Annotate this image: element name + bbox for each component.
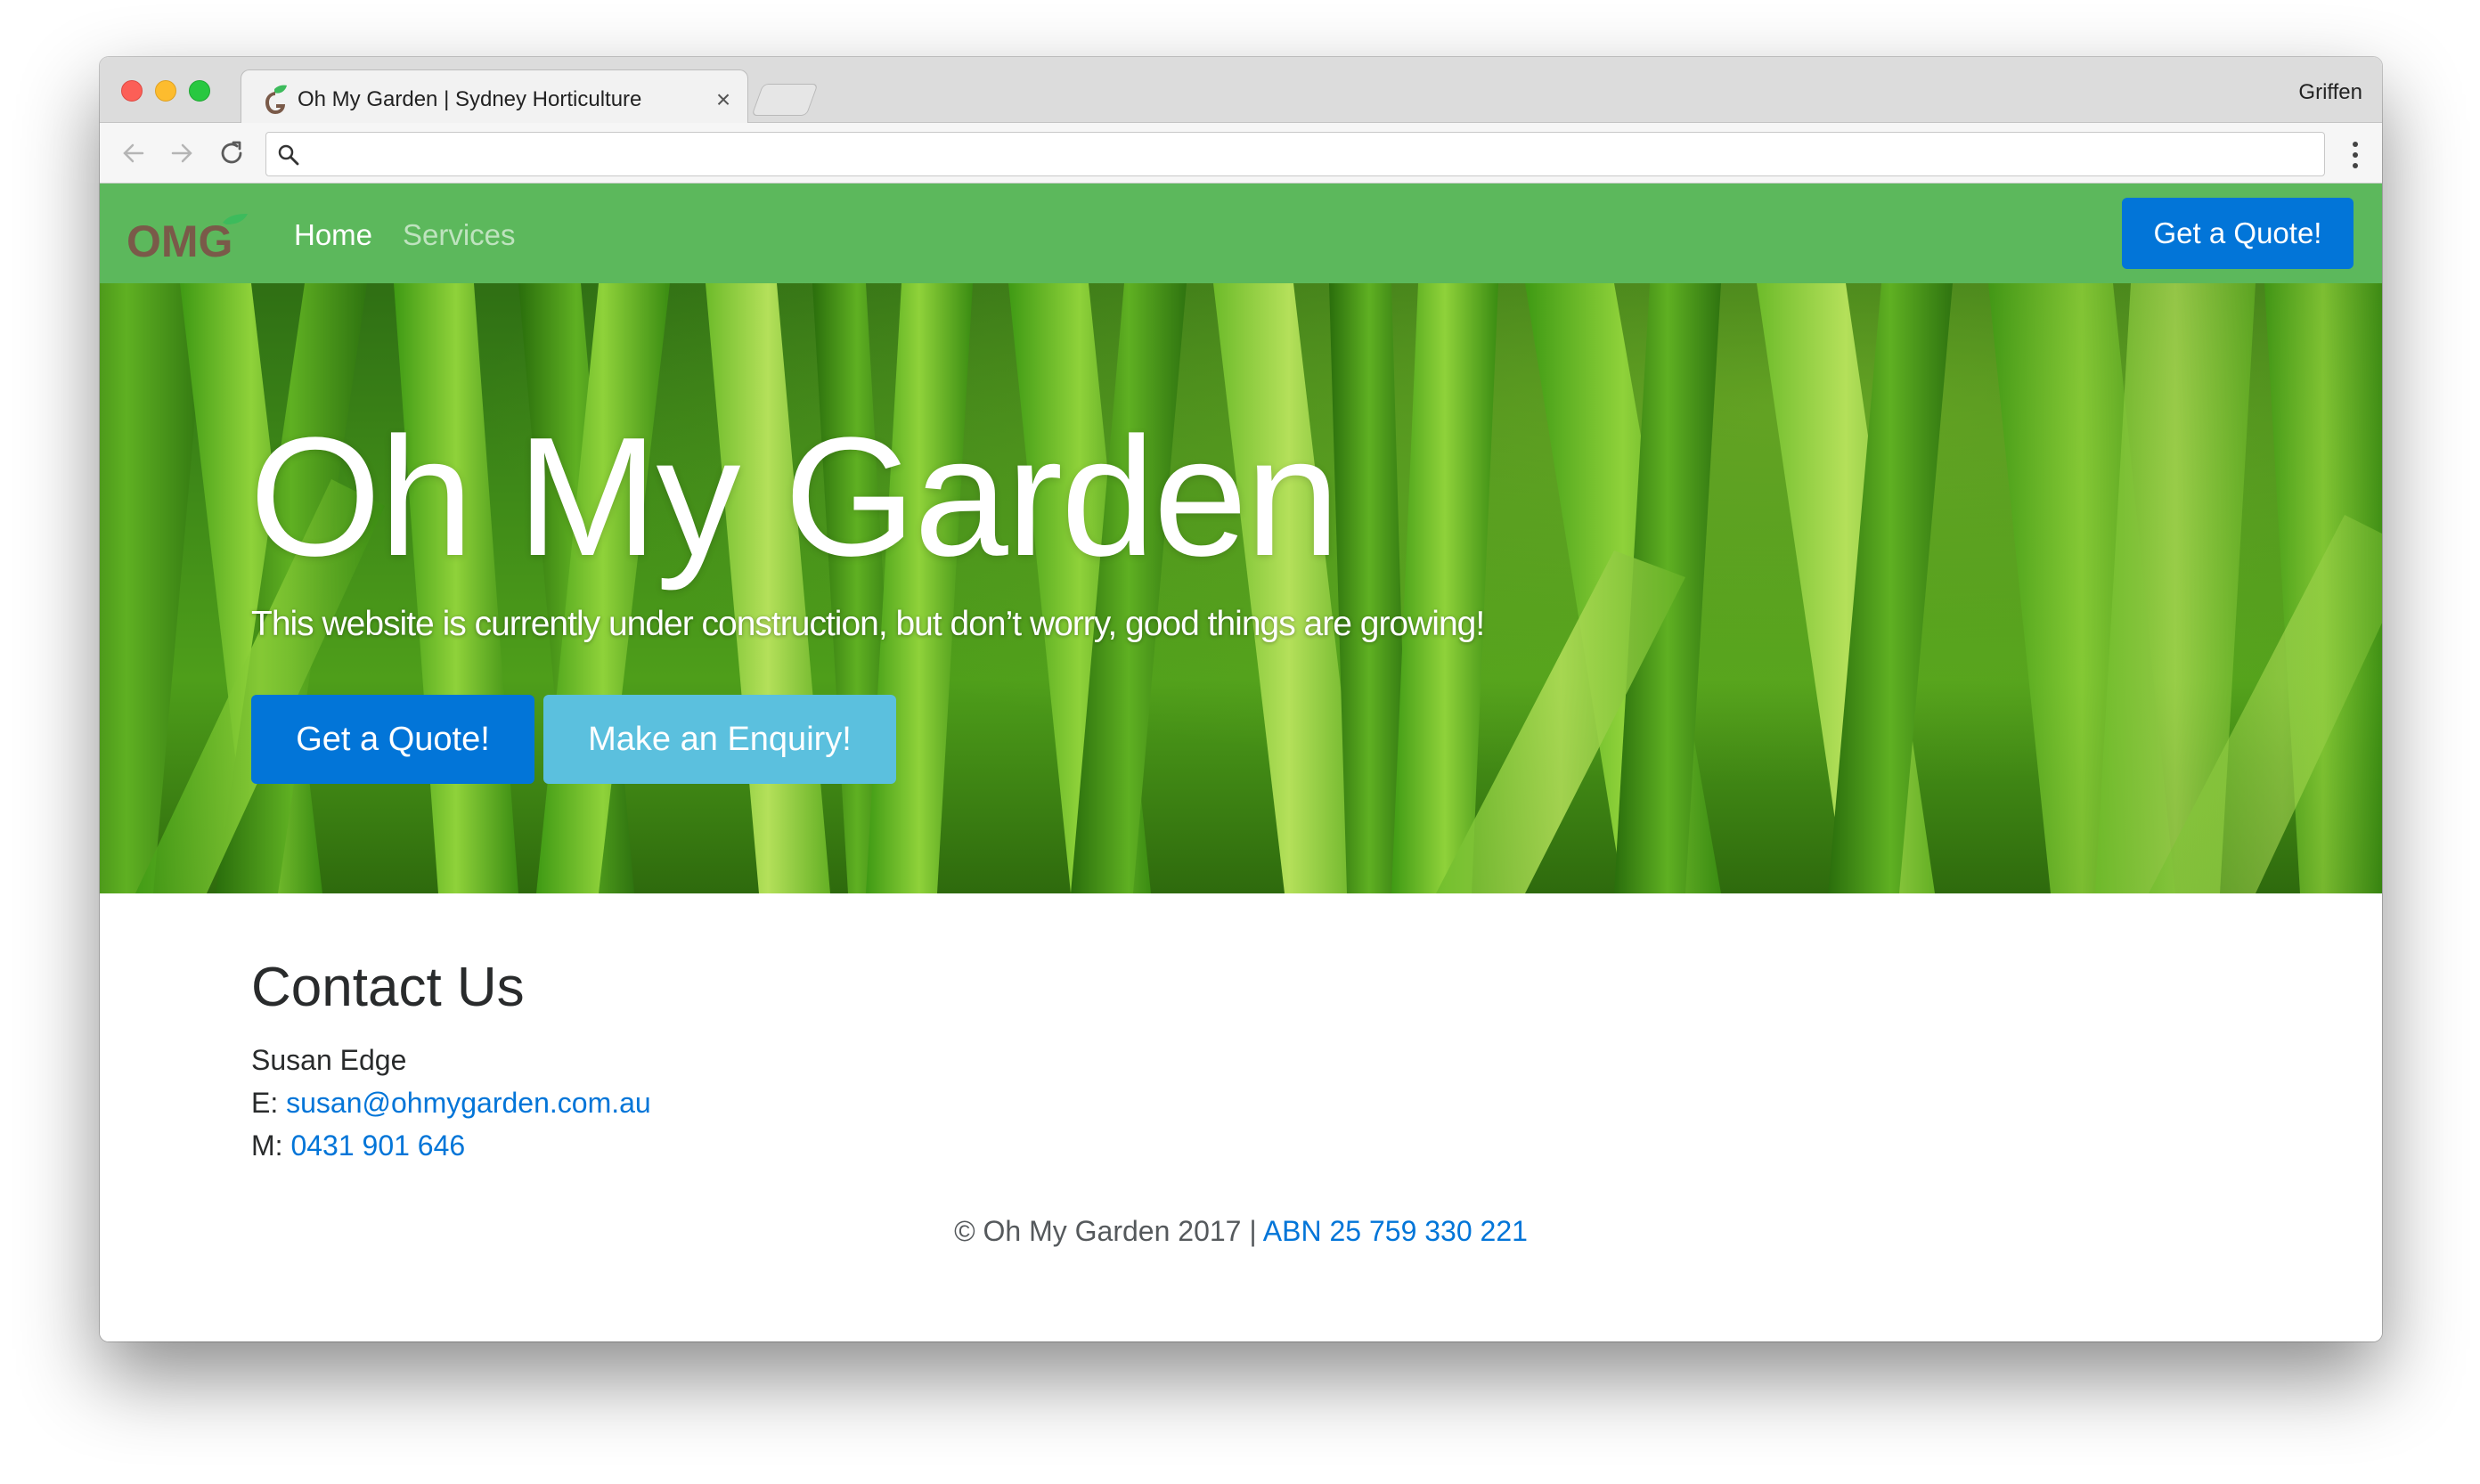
nav-link-services[interactable]: Services bbox=[403, 217, 516, 253]
browser-toolbar bbox=[100, 123, 2382, 183]
hero-get-quote-button[interactable]: Get a Quote! bbox=[251, 695, 534, 784]
mobile-label: M: bbox=[251, 1129, 291, 1162]
close-window-button[interactable] bbox=[121, 80, 143, 102]
tab-title: Oh My Garden | Sydney Horticulture bbox=[298, 87, 642, 111]
forward-arrow-icon[interactable] bbox=[164, 135, 200, 171]
hero-make-enquiry-button[interactable]: Make an Enquiry! bbox=[543, 695, 896, 784]
minimize-window-button[interactable] bbox=[155, 80, 176, 102]
hero-lead-text: This website is currently under construc… bbox=[251, 605, 1485, 643]
maximize-window-button[interactable] bbox=[189, 80, 210, 102]
address-bar[interactable] bbox=[265, 132, 2325, 176]
site-navbar: OMG Home Services Get a Quote! bbox=[100, 183, 2382, 283]
site-favicon-icon bbox=[265, 85, 287, 114]
browser-window: Oh My Garden | Sydney Horticulture × Gri… bbox=[100, 57, 2382, 1341]
back-arrow-icon[interactable] bbox=[116, 135, 151, 171]
screenshot-stage: Oh My Garden | Sydney Horticulture × Gri… bbox=[0, 0, 2480, 1484]
browser-menu-icon[interactable] bbox=[2350, 139, 2361, 171]
navbar-get-quote-button[interactable]: Get a Quote! bbox=[2122, 198, 2354, 269]
search-icon bbox=[278, 144, 299, 166]
hero-title: Oh My Garden bbox=[249, 403, 1340, 591]
new-tab-button[interactable] bbox=[751, 84, 819, 116]
profile-name[interactable]: Griffen bbox=[2298, 80, 2362, 105]
contact-phone-link[interactable]: 0431 901 646 bbox=[290, 1129, 465, 1162]
hero-banner: Oh My Garden This website is currently u… bbox=[100, 283, 2382, 893]
nav-link-home[interactable]: Home bbox=[294, 217, 372, 253]
web-page: OMG Home Services Get a Quote! Oh My Gar… bbox=[100, 183, 2382, 1341]
footer-copyright: © Oh My Garden 2017 | bbox=[954, 1215, 1263, 1247]
browser-tab-strip: Oh My Garden | Sydney Horticulture × Gri… bbox=[100, 57, 2382, 124]
contact-heading: Contact Us bbox=[251, 957, 525, 1018]
page-footer: © Oh My Garden 2017 | ABN 25 759 330 221 bbox=[100, 1210, 2382, 1252]
reload-icon[interactable] bbox=[214, 135, 249, 171]
address-input[interactable] bbox=[311, 138, 2306, 172]
email-label: E: bbox=[251, 1087, 287, 1119]
footer-abn-link[interactable]: ABN 25 759 330 221 bbox=[1263, 1215, 1528, 1247]
contact-name: Susan Edge bbox=[251, 1044, 407, 1076]
tab-close-icon[interactable]: × bbox=[707, 84, 739, 116]
logo-text: OMG bbox=[126, 216, 232, 264]
contact-mobile-line: M: 0431 901 646 bbox=[251, 1124, 465, 1167]
contact-email-line: E: susan@ohmygarden.com.au bbox=[251, 1081, 651, 1124]
omg-logo[interactable]: OMG bbox=[126, 210, 251, 264]
contact-email-link[interactable]: susan@ohmygarden.com.au bbox=[286, 1087, 651, 1119]
